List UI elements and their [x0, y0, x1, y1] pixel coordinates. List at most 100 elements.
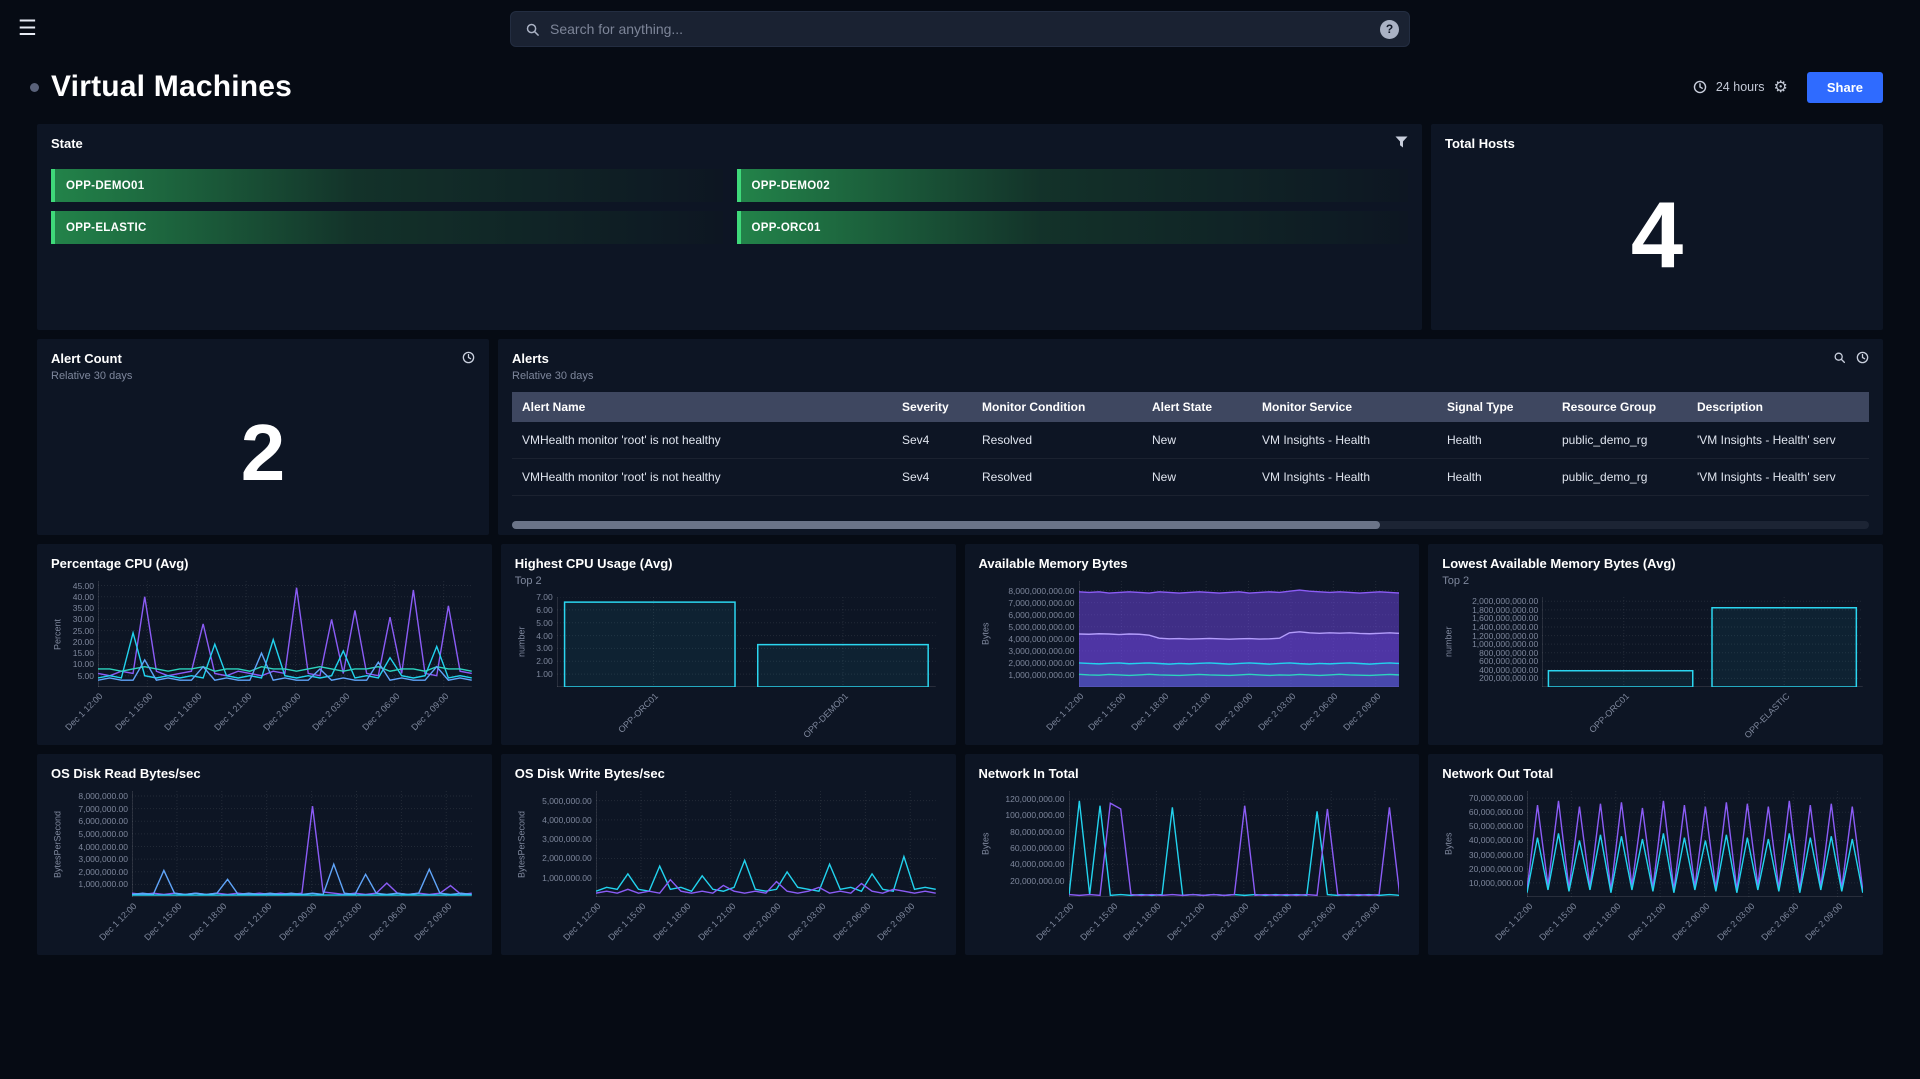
- y-tick-label: 3,000,000.00: [542, 834, 592, 844]
- alerts-column-header[interactable]: Signal Type: [1437, 392, 1552, 422]
- alert-row[interactable]: VMHealth monitor 'root' is not healthySe…: [512, 459, 1869, 496]
- y-tick-label: 1.00: [536, 669, 553, 679]
- vm-state-item-opp-demo01[interactable]: OPP-DEMO01: [51, 169, 723, 202]
- x-axis-ticks: Dec 1 12:00Dec 1 15:00Dec 1 18:00Dec 1 2…: [1069, 897, 1400, 943]
- y-axis-title: BytesPerSecond: [515, 791, 528, 897]
- x-axis-ticks: Dec 1 12:00Dec 1 15:00Dec 1 18:00Dec 1 2…: [1527, 897, 1863, 943]
- vm-state-item-opp-orc01[interactable]: OPP-ORC01: [737, 211, 1409, 244]
- chart-canvas: [1079, 581, 1400, 687]
- x-tick-label: Dec 2 03:00: [786, 901, 827, 942]
- x-tick-label: Dec 1 21:00: [1626, 901, 1667, 942]
- alert-cell: public_demo_rg: [1552, 422, 1687, 459]
- vm-state-item-opp-demo02[interactable]: OPP-DEMO02: [737, 169, 1409, 202]
- os-disk-write-chart: BytesPerSecond1,000,000.002,000,000.003,…: [515, 785, 942, 943]
- alerts-header-row: Alert NameSeverityMonitor ConditionAlert…: [512, 392, 1869, 422]
- time-range[interactable]: 24 hours: [1716, 80, 1765, 94]
- search-input[interactable]: [550, 21, 1380, 37]
- status-dot: [30, 83, 39, 92]
- y-tick-label: 6.00: [536, 605, 553, 615]
- vm-name: OPP-DEMO01: [66, 180, 144, 192]
- y-axis-ticks: 5.0010.0015.0020.0025.0030.0035.0040.004…: [64, 581, 98, 687]
- y-tick-label: 40.00: [73, 592, 94, 602]
- plot-area: Dec 1 12:00Dec 1 15:00Dec 1 18:00Dec 1 2…: [132, 791, 472, 897]
- alert-cell: 'VM Insights - Health' serv: [1687, 459, 1869, 496]
- alerts-column-header[interactable]: Resource Group: [1552, 392, 1687, 422]
- alert-cell: public_demo_rg: [1552, 459, 1687, 496]
- clock-icon[interactable]: [1693, 80, 1707, 94]
- y-tick-label: 35.00: [73, 603, 94, 613]
- panel-total-hosts: Total Hosts 4: [1431, 124, 1883, 330]
- panel-subtitle: Relative 30 days: [51, 370, 475, 382]
- y-tick-label: 40,000,000.00: [1469, 835, 1523, 845]
- horizontal-scrollbar[interactable]: [512, 521, 1869, 529]
- panel-title: Lowest Available Memory Bytes (Avg): [1442, 556, 1675, 571]
- x-axis-ticks: Dec 1 12:00Dec 1 15:00Dec 1 18:00Dec 1 2…: [1079, 687, 1400, 733]
- y-tick-label: 8,000,000,000.00: [1008, 586, 1074, 596]
- y-tick-label: 50,000,000.00: [1469, 821, 1523, 831]
- clock-icon[interactable]: [462, 351, 475, 364]
- share-button[interactable]: Share: [1807, 72, 1883, 103]
- y-axis-title: Bytes: [979, 581, 992, 687]
- y-axis-ticks: 1,000,000.002,000,000.003,000,000.004,00…: [528, 791, 596, 897]
- vm-state-item-opp-elastic[interactable]: OPP-ELASTIC: [51, 211, 723, 244]
- y-tick-label: 10,000,000.00: [1469, 878, 1523, 888]
- alert-cell: VMHealth monitor 'root' is not healthy: [512, 422, 892, 459]
- alerts-column-header[interactable]: Monitor Condition: [972, 392, 1142, 422]
- x-tick-label: Dec 2 00:00: [277, 901, 318, 942]
- bar-opp-elastic[interactable]: [1712, 608, 1856, 687]
- y-tick-label: 1,000,000,000.00: [1472, 639, 1538, 649]
- help-icon[interactable]: ?: [1380, 20, 1399, 39]
- panel-title: Highest CPU Usage (Avg): [515, 556, 673, 571]
- x-tick-label: Dec 1 12:00: [561, 901, 602, 942]
- x-tick-label: Dec 2 00:00: [1209, 901, 1250, 942]
- page-title: Virtual Machines: [51, 70, 292, 104]
- clock-icon[interactable]: [1856, 351, 1869, 364]
- x-tick-label: Dec 2 03:00: [1715, 901, 1756, 942]
- x-tick-label: Dec 1 18:00: [651, 901, 692, 942]
- alerts-column-header[interactable]: Monitor Service: [1252, 392, 1437, 422]
- x-tick-label: Dec 2 09:00: [1340, 901, 1381, 942]
- alert-cell: Health: [1437, 459, 1552, 496]
- y-tick-label: 4,000,000.00: [542, 815, 592, 825]
- alerts-column-header[interactable]: Alert Name: [512, 392, 892, 422]
- y-tick-label: 5.00: [536, 618, 553, 628]
- x-tick-label: Dec 1 21:00: [232, 901, 273, 942]
- y-tick-label: 4,000,000,000.00: [1008, 634, 1074, 644]
- search-icon[interactable]: [1833, 351, 1846, 364]
- y-tick-label: 4.00: [536, 631, 553, 641]
- y-axis-ticks: 200,000,000.00400,000,000.00600,000,000.…: [1455, 597, 1542, 687]
- x-axis-ticks: OPP-ORC01OPP-DEMO01: [557, 687, 936, 733]
- x-tick-label: Dec 1 12:00: [98, 901, 139, 942]
- x-axis-ticks: Dec 1 12:00Dec 1 15:00Dec 1 18:00Dec 1 2…: [596, 897, 936, 943]
- gear-icon[interactable]: ⚙: [1774, 77, 1788, 97]
- global-search[interactable]: ?: [510, 11, 1410, 47]
- filter-icon[interactable]: [1395, 136, 1408, 148]
- alerts-column-header[interactable]: Alert State: [1142, 392, 1252, 422]
- menu-icon[interactable]: ☰: [18, 18, 37, 39]
- bar-opp-demo01[interactable]: [757, 645, 927, 687]
- search-icon: [525, 22, 540, 37]
- network-out-chart: Bytes10,000,000.0020,000,000.0030,000,00…: [1442, 785, 1869, 943]
- alert-cell: Resolved: [972, 422, 1142, 459]
- chart-canvas: [132, 791, 472, 897]
- chart-canvas: [557, 597, 936, 687]
- available-memory-chart: Bytes1,000,000,000.002,000,000,000.003,0…: [979, 575, 1406, 733]
- x-tick-label: Dec 1 15:00: [1537, 901, 1578, 942]
- alert-row[interactable]: VMHealth monitor 'root' is not healthySe…: [512, 422, 1869, 459]
- bar-opp-orc01[interactable]: [564, 602, 734, 687]
- x-tick-label: Dec 1 15:00: [143, 901, 184, 942]
- panel-title: Network In Total: [979, 766, 1079, 781]
- chart-canvas: [1527, 791, 1863, 897]
- y-tick-label: 3,000,000,000.00: [1008, 646, 1074, 656]
- alert-cell: Resolved: [972, 459, 1142, 496]
- bar-opp-orc01[interactable]: [1549, 671, 1693, 687]
- x-tick-label: Dec 2 09:00: [409, 691, 450, 732]
- scrollbar-thumb[interactable]: [512, 521, 1380, 529]
- alerts-column-header[interactable]: Severity: [892, 392, 972, 422]
- plot-area: Dec 1 12:00Dec 1 15:00Dec 1 18:00Dec 1 2…: [596, 791, 936, 897]
- y-tick-label: 3,000,000.00: [78, 854, 128, 864]
- panel-title: Percentage CPU (Avg): [51, 556, 189, 571]
- panel-subtitle: Top 2: [515, 575, 942, 587]
- alert-cell: Sev4: [892, 459, 972, 496]
- alerts-column-header[interactable]: Description: [1687, 392, 1869, 422]
